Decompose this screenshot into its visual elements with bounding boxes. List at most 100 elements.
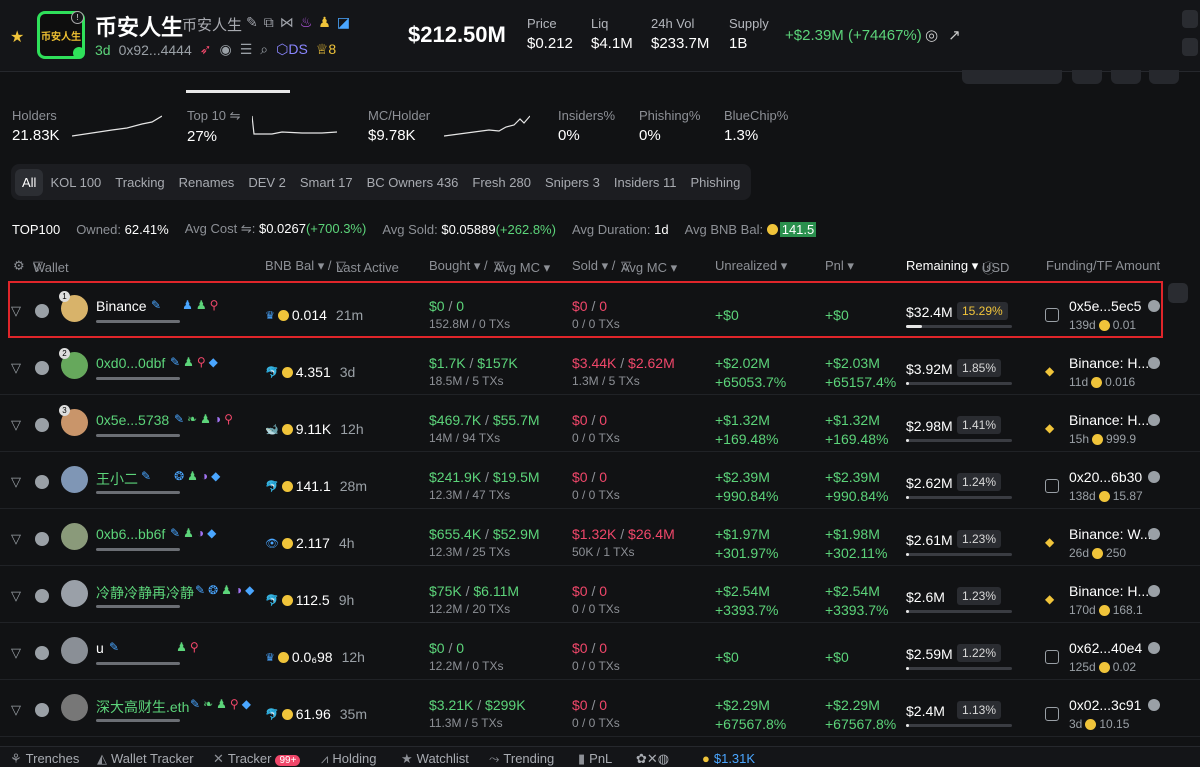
filter-icon[interactable]: ▽ <box>11 303 25 318</box>
funding-source[interactable]: Binance: W... <box>1069 526 1151 542</box>
avatar[interactable] <box>61 580 88 607</box>
table-row[interactable]: ▽ u ✎ ♟ ⚲ ♛ 0.0₆98 12h $0 / 0 12.2M / 0 TX… <box>0 623 1200 680</box>
unrealized-column-header[interactable]: Unrealized ▾ <box>715 258 787 274</box>
wallet-name[interactable]: u <box>96 640 104 656</box>
avatar[interactable]: 1 <box>59 291 88 322</box>
funding-source[interactable]: Binance: H... <box>1069 412 1149 428</box>
wallet-tags[interactable]: ✎ ❧ ♟ ◑ ⚲ <box>174 412 233 426</box>
social-icon[interactable]: ◪ <box>337 14 350 31</box>
table-row[interactable]: ▽ 2 0xd0...0dbf ✎ ♟ ⚲ ◆ 🐬 4.351 3d $1.7K / … <box>0 338 1200 395</box>
footer-trending[interactable]: ⤳ Trending <box>489 751 554 767</box>
wallet-name[interactable]: Binance <box>96 298 147 314</box>
filter-tab[interactable]: Renames <box>172 169 242 196</box>
table-row[interactable]: ▽ 王小二 ✎ ❂ ♟ ◑ ◆ 🐬 141.1 28m $241.9K / $19.5M… <box>0 452 1200 509</box>
funding-chart-icon[interactable] <box>1148 528 1160 540</box>
filter-tab[interactable]: Snipers 3 <box>538 169 607 196</box>
chart-icon[interactable] <box>35 361 49 375</box>
avg-cost-summary[interactable]: Avg Cost ⇋: $0.0267(+700.3%) <box>185 221 367 237</box>
funding-chart-icon[interactable] <box>1148 642 1160 654</box>
toolbar-control[interactable] <box>962 70 1062 84</box>
toolbar-control[interactable] <box>1111 70 1141 84</box>
funding-source[interactable]: 0x5e...5ec5 <box>1069 298 1141 314</box>
wallet-settings-icon[interactable]: ⚙ <box>13 258 25 274</box>
funding-source[interactable]: Binance: H... <box>1069 583 1149 599</box>
pnl-column-header[interactable]: Pnl ▾ <box>825 258 854 274</box>
eye-icon[interactable]: ◎ <box>925 26 938 44</box>
sold-column-header[interactable]: Sold ▾ / <box>572 258 615 274</box>
avatar[interactable] <box>61 466 88 493</box>
toolbar-control[interactable] <box>1072 70 1102 84</box>
avatar[interactable] <box>61 694 88 721</box>
funding-source[interactable]: 0x20...6b30 <box>1069 469 1142 485</box>
ds-link[interactable]: ⬡DS <box>276 41 308 58</box>
remaining-column-header[interactable]: Remaining ▾ <box>906 258 978 274</box>
usd-toggle[interactable]: USD ⓢ <box>982 258 1009 277</box>
copy-icon[interactable]: ⧉ <box>264 14 274 31</box>
wallet-tags[interactable]: ✎ ❧ ♟ ⚲ ◆ <box>190 697 251 711</box>
funding-chart-icon[interactable] <box>1148 414 1160 426</box>
funding-chart-icon[interactable] <box>1148 300 1160 312</box>
footer-balance[interactable]: ● $1.31K <box>702 751 755 766</box>
top10-stat[interactable]: Top 10 ⇋ 27% <box>187 108 241 145</box>
filter-tab[interactable]: Phishing <box>684 169 748 196</box>
table-row[interactable]: ▽ 0xb6...bb6f ✎ ♟ ◑ ◆ 👁 2.117 4h $655.4K / … <box>0 509 1200 566</box>
wallet-name[interactable]: 王小二 <box>96 469 138 489</box>
filter-tab[interactable]: Fresh 280 <box>465 169 538 196</box>
wallet-name[interactable]: 0xb6...bb6f <box>96 526 165 542</box>
funding-source[interactable]: Binance: H... <box>1069 355 1149 371</box>
filter-icon[interactable]: ▽ <box>11 417 25 432</box>
filter-tab[interactable]: DEV 2 <box>241 169 293 196</box>
bnb-bal-column-header[interactable]: BNB Bal ▾ / <box>265 258 332 274</box>
wallet-tags[interactable]: ✎ ♟ ⚲ ◆ <box>170 355 218 369</box>
search-icon[interactable]: ⌕ <box>260 41 268 58</box>
wallet-name[interactable]: 0xd0...0dbf <box>96 355 165 371</box>
favorite-star-icon[interactable]: ★ <box>10 27 24 47</box>
fire-icon[interactable]: ♨ <box>300 14 313 31</box>
sold-avg-mc-header[interactable]: Avg MC ▾ ▽ <box>621 258 677 275</box>
funding-chart-icon[interactable] <box>1148 699 1160 711</box>
wallet-name[interactable]: 0x5e...5738 <box>96 412 169 428</box>
notes-icon[interactable]: ☰ <box>240 41 253 58</box>
footer-pnl[interactable]: ▮ PnL <box>578 751 612 767</box>
filter-tab[interactable]: Smart 17 <box>293 169 360 196</box>
footer-wallet-tracker[interactable]: ◭ Wallet Tracker <box>97 751 194 767</box>
wallet-name[interactable]: 冷静冷静再冷静 <box>96 583 194 603</box>
token-address[interactable]: 0x92...4444 <box>119 42 192 58</box>
filter-tab[interactable]: Insiders 11 <box>607 169 684 196</box>
filter-icon[interactable]: ▽ <box>11 588 25 603</box>
chart-icon[interactable] <box>35 475 49 489</box>
chart-icon[interactable] <box>35 418 49 432</box>
footer-trenches[interactable]: ⚘ Trenches <box>10 751 79 767</box>
table-row[interactable]: ▽ 深大高财生.eth ✎ ❧ ♟ ⚲ ◆ 🐬 61.96 35m $3.21K / $… <box>0 680 1200 737</box>
info-icon[interactable]: ! <box>71 11 84 24</box>
layout-icon[interactable] <box>1182 38 1198 56</box>
footer-tracker[interactable]: ✕ Tracker 99+ <box>213 751 301 767</box>
footer-chains[interactable]: ✿✕◍ <box>636 751 669 767</box>
avatar[interactable]: 2 <box>59 348 88 379</box>
wallet-name[interactable]: 深大高财生.eth <box>96 697 189 717</box>
funding-chart-icon[interactable] <box>1148 585 1160 597</box>
community-icon[interactable]: ♟ <box>318 14 331 31</box>
wallet-column-header[interactable]: Wallet ▽ <box>33 258 69 275</box>
crown-icon[interactable]: ♕8 <box>316 41 336 58</box>
last-active-column-header[interactable]: Last Active ▽ <box>336 258 399 275</box>
table-row[interactable]: ▽ 冷静冷静再冷静 ✎ ❂ ♟ ◑ ◆ 🐬 112.5 9h $75K / $6.11M… <box>0 566 1200 623</box>
edit-icon[interactable]: ✎ <box>246 14 258 31</box>
chart-icon[interactable] <box>35 532 49 546</box>
table-row[interactable]: ▽ 1 Binance ✎ ♟ ♟ ⚲ ♛ 0.014 21m $0 / 0 152.… <box>8 281 1163 338</box>
chart-icon[interactable] <box>35 589 49 603</box>
filter-tab[interactable]: All <box>15 168 44 196</box>
funding-source[interactable]: 0x02...3c91 <box>1069 697 1141 713</box>
side-panel-toggle[interactable] <box>1168 283 1188 303</box>
bought-column-header[interactable]: Bought ▾ / <box>429 258 488 274</box>
wallet-tags[interactable]: ✎ ❂ ♟ ◑ ◆ <box>141 469 220 483</box>
table-row[interactable]: ▽ 3 0x5e...5738 ✎ ❧ ♟ ◑ ⚲ 🐋 9.11K 12h $469.7… <box>0 395 1200 452</box>
filter-tab[interactable]: KOL 100 <box>43 169 108 196</box>
avatar[interactable]: 3 <box>59 405 88 436</box>
chart-icon[interactable] <box>35 304 49 318</box>
share-icon[interactable]: ⋈ <box>280 14 294 31</box>
toolbar-control[interactable] <box>1149 70 1179 84</box>
filter-tab[interactable]: Tracking <box>108 169 171 196</box>
filter-icon[interactable]: ▽ <box>11 360 25 375</box>
chart-icon[interactable] <box>35 703 49 717</box>
